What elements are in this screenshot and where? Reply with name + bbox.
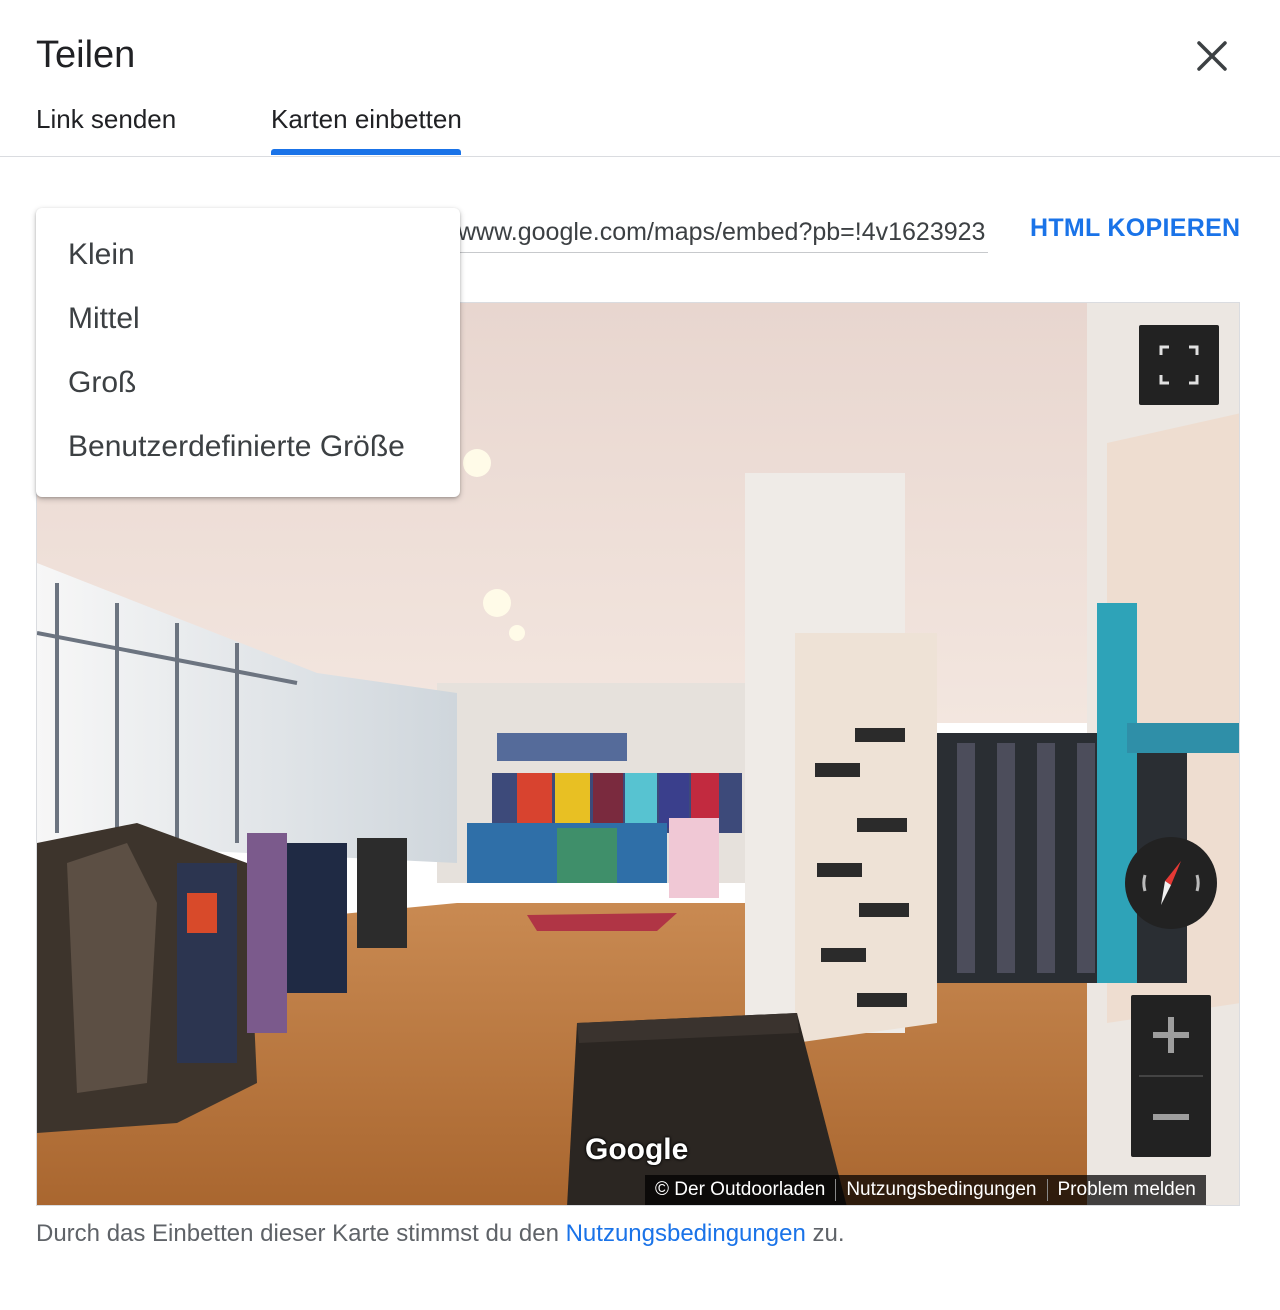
zoom-out-icon[interactable]: [1131, 1077, 1211, 1157]
map-terms-link[interactable]: Nutzungsbedingungen: [836, 1179, 1046, 1201]
attribution-owner: © Der Outdoorladen: [655, 1179, 826, 1200]
compass-control[interactable]: [1123, 835, 1219, 931]
size-option-gross[interactable]: Groß: [68, 366, 136, 400]
zoom-in-icon[interactable]: [1131, 995, 1211, 1075]
size-dropdown-menu: Klein Mittel Groß Benutzerdefinierte Grö…: [36, 208, 460, 497]
fullscreen-icon[interactable]: [1139, 325, 1219, 405]
footer-text-after: zu.: [805, 1220, 845, 1247]
embed-url-input[interactable]: [458, 212, 988, 253]
compass-icon[interactable]: [1123, 835, 1219, 931]
tab-active-indicator: [271, 149, 461, 155]
size-option-mittel[interactable]: Mittel: [68, 302, 140, 336]
map-attribution-bar: © Der Outdoorladen Nutzungsbedingungen P…: [645, 1175, 1206, 1205]
tab-divider: [0, 156, 1280, 157]
zoom-in-button[interactable]: [1131, 995, 1211, 1075]
close-button[interactable]: [1190, 34, 1234, 78]
tab-link-senden[interactable]: Link senden: [36, 104, 176, 135]
report-problem-link[interactable]: Problem melden: [1048, 1179, 1206, 1201]
footer-terms-link[interactable]: Nutzungsbedingungen: [566, 1220, 806, 1247]
size-option-benutzerdefiniert[interactable]: Benutzerdefinierte Größe: [68, 430, 405, 464]
footer-terms-notice: Durch das Einbetten dieser Karte stimmst…: [36, 1220, 844, 1248]
tab-karten-einbetten[interactable]: Karten einbetten: [271, 104, 462, 135]
zoom-out-button[interactable]: [1131, 1077, 1211, 1157]
google-logo: Google: [585, 1133, 689, 1166]
size-option-klein[interactable]: Klein: [68, 238, 135, 272]
close-icon[interactable]: [1190, 34, 1234, 78]
footer-text-before: Durch das Einbetten dieser Karte stimmst…: [36, 1220, 566, 1247]
zoom-control: [1131, 995, 1211, 1157]
copy-html-button[interactable]: HTML KOPIEREN: [1030, 214, 1240, 243]
fullscreen-button[interactable]: [1139, 325, 1219, 405]
dialog-title: Teilen: [36, 34, 136, 76]
